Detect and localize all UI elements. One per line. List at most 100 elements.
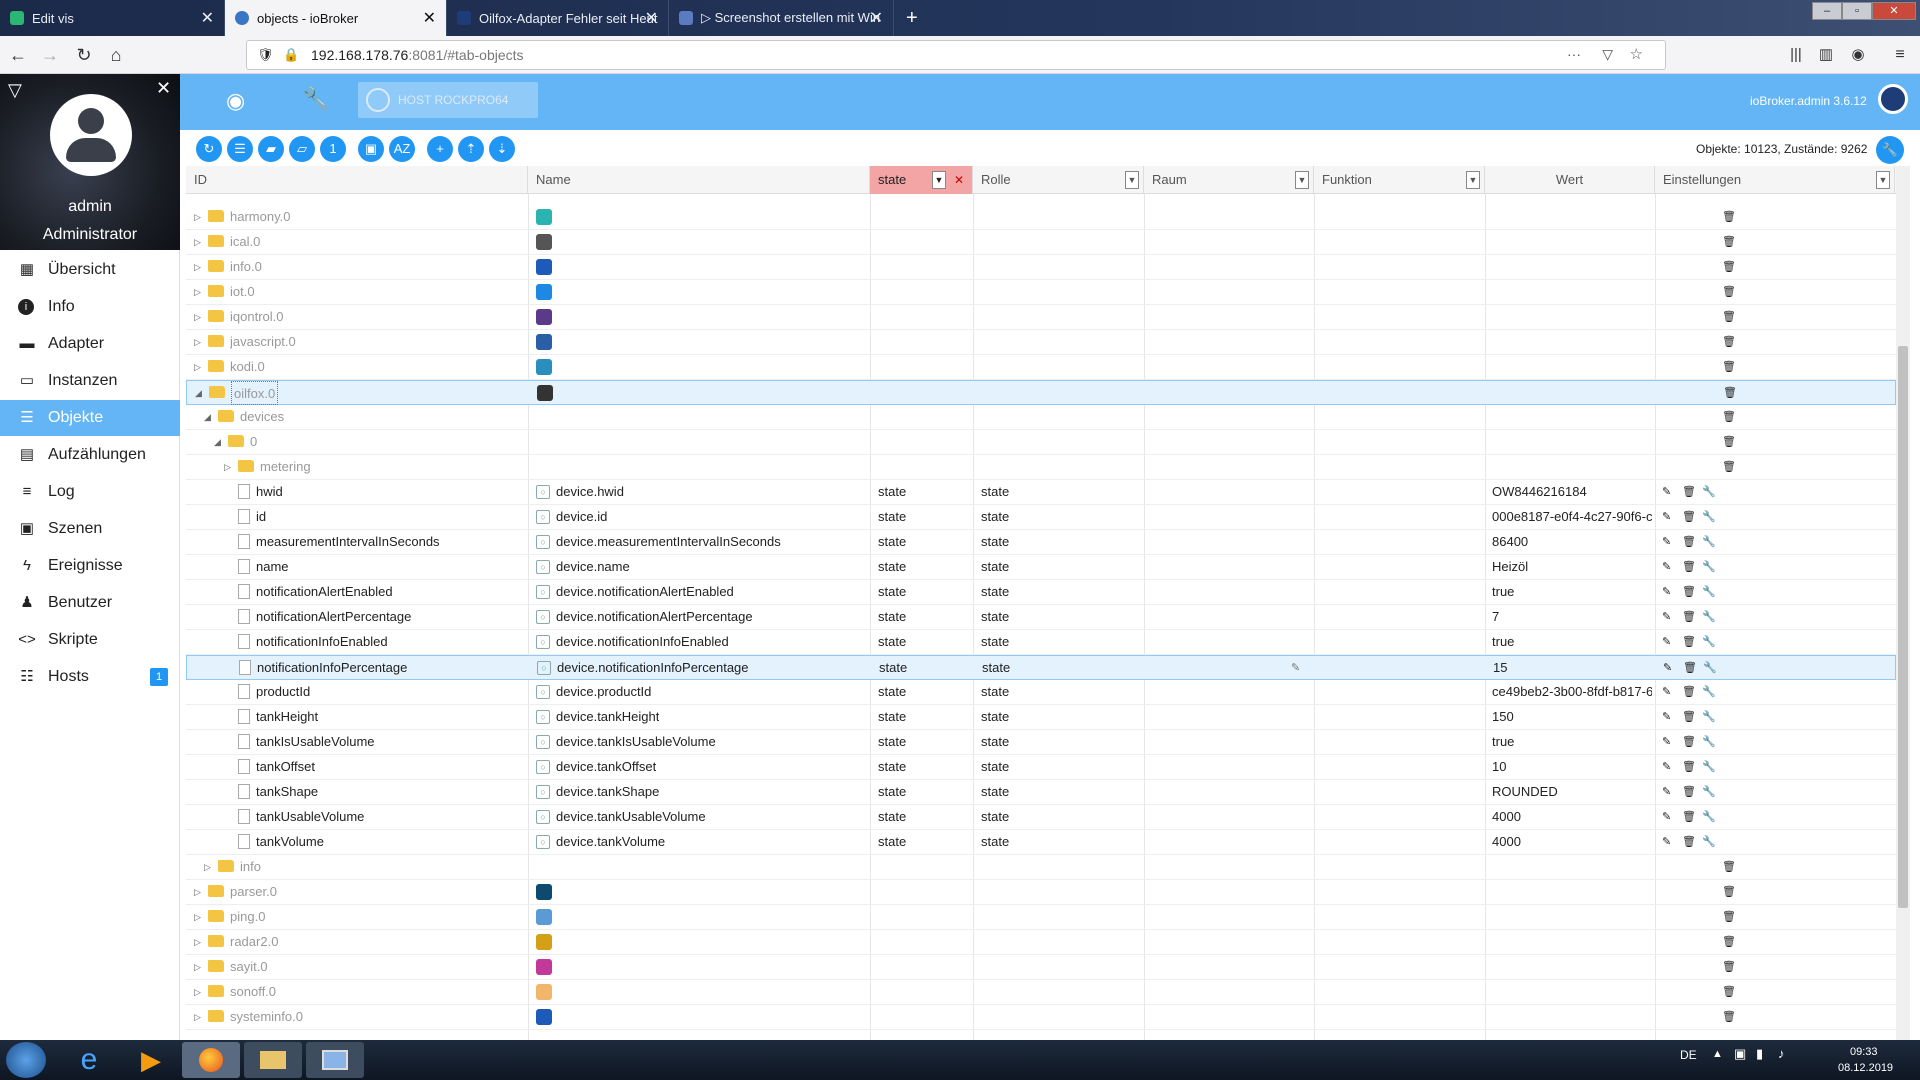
browser-tab-objects[interactable]: objects - ioBroker ✕ [225, 0, 447, 36]
tree-folder-row[interactable]: ▷ harmony.0 🗑 [186, 205, 1896, 230]
state-row[interactable]: productId ○ device.productId state state ce49… [186, 680, 1896, 705]
folder-open-icon[interactable]: ▱ [289, 136, 315, 162]
edit-icon[interactable]: ✎ [1662, 680, 1671, 704]
insecure-lock-icon[interactable]: 🔒 [283, 47, 299, 63]
object-value[interactable]: true [1492, 580, 1652, 604]
delete-icon[interactable]: 🗑 [1682, 805, 1696, 829]
object-value[interactable]: OW8446216184 [1492, 480, 1652, 504]
tree-folder-row[interactable]: ◢ oilfox.0 🗑 [186, 380, 1896, 405]
url-bar[interactable]: 🛡 🔒 192.168.178.76:8081/#tab-objects ···… [246, 40, 1666, 70]
delete-icon[interactable]: 🗑 [1682, 780, 1696, 804]
edit-icon[interactable]: ✎ [1662, 780, 1671, 804]
bookmark-star-icon[interactable]: ☆ [1630, 45, 1643, 63]
hamburger-menu-icon[interactable]: ≡ [1888, 44, 1912, 66]
state-row[interactable]: tankHeight ○ device.tankHeight state state 15… [186, 705, 1896, 730]
snipping-tool-icon[interactable] [306, 1042, 364, 1078]
host-selector[interactable]: HOST ROCKPRO64 [358, 82, 538, 118]
edit-icon[interactable]: ✎ [1663, 656, 1672, 680]
object-value[interactable]: true [1492, 630, 1652, 654]
delete-icon[interactable]: 🗑 [1682, 555, 1696, 579]
expand-arrow-icon[interactable]: ▷ [194, 305, 201, 329]
close-tab-icon[interactable]: ✕ [201, 8, 214, 28]
object-value[interactable]: ROUNDED [1492, 780, 1652, 804]
delete-icon[interactable]: 🗑 [1682, 755, 1696, 779]
upload-icon[interactable]: ⇡ [458, 136, 484, 162]
column-role[interactable]: Rolle ▼ [973, 166, 1144, 194]
edit-room-icon[interactable]: ✎ [1291, 656, 1300, 680]
state-row[interactable]: notificationInfoEnabled ○ device.notificat… [186, 630, 1896, 655]
object-value[interactable]: 7 [1492, 605, 1652, 629]
account-icon[interactable]: ◉ [1846, 44, 1870, 66]
tree-folder-row[interactable]: ▷ iqontrol.0 🗑 [186, 305, 1896, 330]
delete-icon[interactable]: 🗑 [1722, 355, 1736, 379]
state-row[interactable]: tankVolume ○ device.tankVolume state state 40… [186, 830, 1896, 855]
delete-icon[interactable]: 🗑 [1682, 580, 1696, 604]
delete-icon[interactable]: 🗑 [1723, 381, 1737, 405]
delete-icon[interactable]: 🗑 [1722, 305, 1736, 329]
settings-wrench-icon[interactable]: 🔧 [1702, 680, 1716, 704]
delete-icon[interactable]: 🗑 [1722, 205, 1736, 229]
settings-wrench-icon[interactable]: 🔧 [1702, 780, 1716, 804]
expand-arrow-icon[interactable]: ▷ [204, 855, 211, 879]
sidebar-item-objekte[interactable]: ☰ Objekte [0, 400, 180, 436]
sidebar-item-aufzaehlungen[interactable]: ▤ Aufzählungen [0, 437, 180, 473]
collapse-arrow-icon[interactable]: ◢ [214, 430, 221, 454]
page-actions-icon[interactable]: ··· [1567, 46, 1581, 62]
delete-icon[interactable]: 🗑 [1722, 430, 1736, 454]
state-row[interactable]: notificationInfoPercentage ○ device.notifi… [186, 655, 1896, 680]
menu-collapse-icon[interactable]: ▽ [8, 80, 22, 101]
sidebar-item-szenen[interactable]: ▣ Szenen [0, 511, 180, 547]
object-value[interactable]: true [1492, 730, 1652, 754]
settings-wrench-icon[interactable]: 🔧 [1702, 555, 1716, 579]
internet-explorer-icon[interactable]: e [60, 1042, 118, 1078]
scrollbar-thumb[interactable] [1898, 346, 1908, 908]
counter-icon[interactable]: 1 [320, 136, 346, 162]
delete-icon[interactable]: 🗑 [1683, 656, 1697, 680]
delete-icon[interactable]: 🗑 [1722, 880, 1736, 904]
delete-icon[interactable]: 🗑 [1722, 330, 1736, 354]
clear-filter-icon[interactable]: ✕ [954, 166, 964, 194]
network-icon[interactable]: ▮ [1756, 1046, 1763, 1062]
state-row[interactable]: notificationAlertEnabled ○ device.notifica… [186, 580, 1896, 605]
tree-folder-row[interactable]: ▷ info 🗑 [186, 855, 1896, 880]
delete-icon[interactable]: 🗑 [1682, 830, 1696, 854]
column-type-filter[interactable]: state ▼ ✕ [870, 166, 973, 194]
column-name[interactable]: Name [528, 166, 870, 194]
sidebar-item-benutzer[interactable]: ♟ Benutzer [0, 585, 180, 621]
edit-icon[interactable]: ✎ [1662, 480, 1671, 504]
object-value[interactable]: 4000 [1492, 830, 1652, 854]
edit-icon[interactable]: ✎ [1662, 505, 1671, 529]
settings-wrench-icon[interactable]: 🔧 [1702, 705, 1716, 729]
column-settings[interactable]: Einstellungen ▼ [1655, 166, 1895, 194]
delete-icon[interactable]: 🗑 [1722, 255, 1736, 279]
tree-folder-row[interactable]: ▷ systeminfo.0 🗑 [186, 1005, 1896, 1030]
home-icon[interactable]: ⌂ [104, 44, 128, 66]
settings-wrench-icon[interactable]: 🔧 [1702, 605, 1716, 629]
state-row[interactable]: measurementIntervalInSeconds ○ device.meas… [186, 530, 1896, 555]
tree-folder-row[interactable]: ▷ ical.0 🗑 [186, 230, 1896, 255]
tree-folder-row[interactable]: ▷ sonoff.0 🗑 [186, 980, 1896, 1005]
state-row[interactable]: tankIsUsableVolume ○ device.tankIsUsableVo… [186, 730, 1896, 755]
library-icon[interactable]: ||| [1784, 44, 1808, 66]
tree-folder-row[interactable]: ◢ 0 🗑 [186, 430, 1896, 455]
expand-arrow-icon[interactable]: ▷ [194, 930, 201, 954]
delete-icon[interactable]: 🗑 [1722, 405, 1736, 429]
expand-arrow-icon[interactable]: ▷ [194, 205, 201, 229]
settings-wrench-icon[interactable]: 🔧 [1702, 630, 1716, 654]
column-function[interactable]: Funktion ▼ [1314, 166, 1485, 194]
settings-wrench-icon[interactable]: 🔧 [1703, 656, 1717, 680]
edit-icon[interactable]: ✎ [1662, 555, 1671, 579]
delete-icon[interactable]: 🗑 [1722, 955, 1736, 979]
delete-icon[interactable]: 🗑 [1722, 230, 1736, 254]
close-tab-icon[interactable]: ✕ [423, 8, 436, 28]
edit-icon[interactable]: ✎ [1662, 630, 1671, 654]
sidebar-item-info[interactable]: i Info [0, 289, 180, 325]
sidebar-item-ereignisse[interactable]: ϟ Ereignisse [0, 548, 180, 584]
start-button-icon[interactable] [6, 1042, 46, 1078]
object-value[interactable]: ce49beb2-3b00-8fdf-b817-6 [1492, 680, 1652, 704]
state-row[interactable]: tankUsableVolume ○ device.tankUsableVolume… [186, 805, 1896, 830]
reload-icon[interactable]: ↻ [72, 44, 96, 66]
state-row[interactable]: tankOffset ○ device.tankOffset state state 10… [186, 755, 1896, 780]
delete-icon[interactable]: 🗑 [1722, 280, 1736, 304]
window-close-icon[interactable]: ✕ [1872, 2, 1916, 20]
